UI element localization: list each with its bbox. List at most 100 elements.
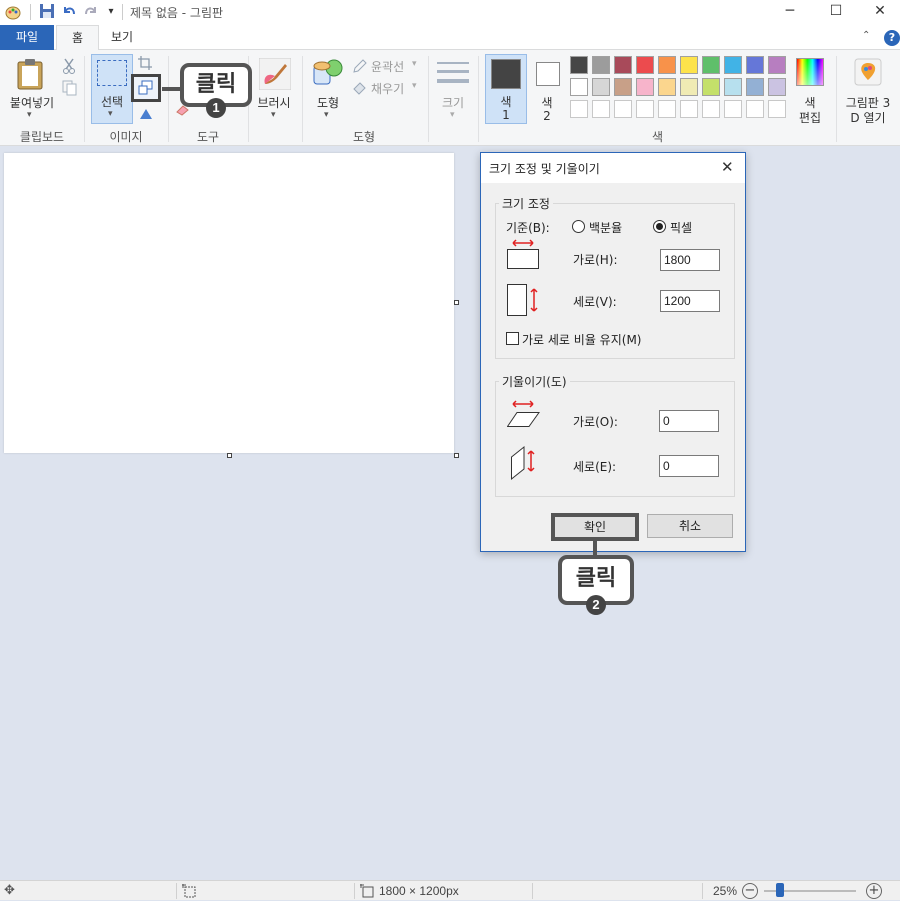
palette-swatch[interactable] — [680, 78, 698, 96]
keep-ratio-checkbox[interactable] — [506, 332, 519, 345]
custom-color-slot[interactable] — [680, 100, 698, 118]
zoom-slider-thumb[interactable] — [776, 883, 784, 897]
tools-group-label: 도구 — [196, 130, 220, 144]
custom-color-slot[interactable] — [614, 100, 632, 118]
title-bar: ▾ 제목 없음 - 그림판 ─ ☐ ✕ — [0, 0, 900, 24]
tab-view[interactable]: 보기 — [96, 25, 148, 50]
percent-radio[interactable] — [572, 220, 585, 233]
collapse-ribbon-icon[interactable]: ⌃ — [862, 30, 870, 41]
shapes-group-label: 도형 — [352, 130, 376, 144]
color2-button[interactable]: 색 2 — [531, 54, 563, 124]
resize-horizontal-input[interactable]: 1800 — [660, 249, 720, 271]
status-bar: ✥ 1800 × 1200px 25% − + — [0, 880, 900, 900]
custom-color-slot[interactable] — [746, 100, 764, 118]
copy-icon[interactable] — [62, 80, 78, 99]
palette-swatch[interactable] — [636, 78, 654, 96]
ok-button[interactable]: 확인 — [551, 513, 639, 541]
redo-icon[interactable] — [82, 3, 100, 21]
palette-swatch[interactable] — [570, 56, 588, 74]
vertical-resize-icon — [507, 283, 541, 320]
palette-swatch[interactable] — [658, 78, 676, 96]
group-separator — [168, 56, 169, 142]
skew-vertical-input[interactable]: 0 — [659, 455, 719, 477]
palette-swatch[interactable] — [702, 78, 720, 96]
canvas-resize-handle-bottom[interactable] — [227, 453, 232, 458]
rotate-icon[interactable] — [138, 106, 154, 123]
color1-button[interactable]: 색 1 — [485, 54, 527, 124]
custom-color-slot[interactable] — [592, 100, 610, 118]
custom-color-slot[interactable] — [724, 100, 742, 118]
custom-color-slot[interactable] — [658, 100, 676, 118]
paint-app-icon — [4, 3, 22, 21]
drawing-canvas[interactable] — [4, 153, 454, 453]
custom-color-slot[interactable] — [768, 100, 786, 118]
palette-swatch[interactable] — [724, 56, 742, 74]
tab-file[interactable]: 파일 — [0, 25, 54, 50]
pixels-radio[interactable] — [653, 220, 666, 233]
palette-swatch[interactable] — [614, 56, 632, 74]
resize-vertical-label: 세로(V): — [573, 295, 617, 309]
color1-label-line2: 1 — [502, 108, 510, 122]
title-separator — [30, 4, 31, 20]
canvas-resize-handle-right[interactable] — [454, 300, 459, 305]
palette-swatch[interactable] — [746, 56, 764, 74]
edit-colors-button[interactable]: 색 편집 — [792, 54, 828, 125]
palette-swatch[interactable] — [724, 78, 742, 96]
canvas-resize-handle-corner[interactable] — [454, 453, 459, 458]
statusbar-separator — [354, 883, 355, 899]
open-paint3d-button[interactable]: 그림판 3 D 열기 — [840, 54, 896, 125]
cancel-button[interactable]: 취소 — [647, 514, 733, 538]
custom-color-slot[interactable] — [636, 100, 654, 118]
paint3d-icon — [854, 58, 882, 89]
select-button[interactable]: 선택 ▾ — [91, 54, 133, 124]
chevron-down-icon: ▾ — [324, 110, 329, 120]
palette-swatch[interactable] — [768, 56, 786, 74]
close-button[interactable]: ✕ — [858, 0, 900, 24]
dialog-close-icon[interactable]: ✕ — [721, 158, 734, 176]
customize-toolbar-icon[interactable]: ▾ — [102, 3, 120, 21]
shapes-label: 도형 — [316, 96, 340, 110]
shape-fill-button[interactable]: 채우기 ▾ — [352, 80, 422, 96]
custom-color-slot[interactable] — [702, 100, 720, 118]
select-label: 선택 — [100, 95, 124, 109]
palette-swatch[interactable] — [746, 78, 764, 96]
help-icon[interactable]: ? — [884, 30, 900, 46]
chevron-down-icon: ▾ — [271, 110, 276, 120]
size-line-icon — [437, 79, 469, 83]
crop-icon[interactable] — [138, 56, 152, 73]
zoom-out-button[interactable]: − — [742, 883, 758, 899]
cut-icon[interactable] — [62, 58, 76, 77]
palette-swatch[interactable] — [680, 56, 698, 74]
palette-swatch[interactable] — [658, 56, 676, 74]
vertical-skew-icon — [509, 445, 543, 484]
minimize-button[interactable]: ─ — [768, 0, 812, 24]
palette-swatch[interactable] — [592, 78, 610, 96]
selection-size-icon — [182, 884, 196, 901]
tab-home[interactable]: 홈 — [56, 25, 100, 50]
shape-outline-button[interactable]: 윤곽선 ▾ — [352, 58, 422, 74]
palette-swatch[interactable] — [570, 78, 588, 96]
maximize-button[interactable]: ☐ — [814, 0, 858, 24]
brushes-button[interactable]: 브러시 ▾ — [254, 54, 296, 124]
skew-horizontal-input[interactable]: 0 — [659, 410, 719, 432]
paste-button[interactable]: 붙여넣기 ▾ — [6, 54, 58, 124]
custom-color-slot[interactable] — [570, 100, 588, 118]
image-size-icon — [360, 884, 374, 901]
palette-swatch[interactable] — [614, 78, 632, 96]
color-palette — [570, 56, 790, 122]
palette-swatch[interactable] — [636, 56, 654, 74]
group-separator — [302, 56, 303, 142]
undo-icon[interactable] — [60, 3, 78, 21]
resize-horizontal-label: 가로(H): — [573, 253, 618, 267]
edit-colors-line2: 편집 — [798, 111, 822, 125]
resize-vertical-input[interactable]: 1200 — [660, 290, 720, 312]
palette-swatch[interactable] — [768, 78, 786, 96]
palette-swatch[interactable] — [702, 56, 720, 74]
size-button[interactable]: 크기 ▾ — [434, 54, 474, 124]
shapes-button[interactable]: 도형 ▾ — [308, 54, 348, 124]
resize-button[interactable] — [131, 74, 161, 102]
by-label: 기준(B): — [506, 221, 550, 235]
palette-swatch[interactable] — [592, 56, 610, 74]
zoom-in-button[interactable]: + — [866, 883, 882, 899]
save-icon[interactable] — [38, 3, 56, 21]
